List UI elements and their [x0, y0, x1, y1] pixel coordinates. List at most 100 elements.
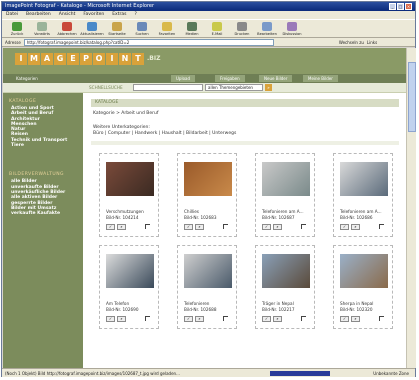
- main-content: KATALOGE Kategorie > Arbeit und Beruf We…: [83, 93, 406, 368]
- image-card[interactable]: Telefonieren am A... Bild-Nr. 102687 ✓ ⌕: [255, 153, 315, 237]
- zoom-icon[interactable]: ⌕: [117, 224, 126, 230]
- nav-upload[interactable]: Upload: [171, 75, 196, 82]
- stop-button[interactable]: Abbrechen: [56, 20, 78, 37]
- nav-freigaben[interactable]: Freigaben: [215, 75, 245, 82]
- zoom-icon[interactable]: ⌕: [273, 316, 282, 322]
- logo-suffix: .BIZ: [147, 55, 161, 62]
- corner-mark-icon: [301, 224, 306, 229]
- corner-mark-icon: [145, 224, 150, 229]
- cart-icon[interactable]: ✓: [340, 224, 349, 230]
- search-go-icon[interactable]: »: [265, 84, 272, 91]
- image-card[interactable]: Am Telefon Bild-Nr. 102690 ✓ ⌕: [99, 245, 159, 329]
- sidebar-category-item[interactable]: Tiere: [11, 143, 83, 148]
- status-bar: (Noch 1 Objekt) Bild http://fotograf.ima…: [2, 368, 415, 377]
- home-icon: [112, 21, 122, 31]
- cart-icon[interactable]: ✓: [262, 316, 271, 322]
- zoom-icon[interactable]: ⌕: [351, 316, 360, 322]
- subcategories-links[interactable]: Büro | Computer | Handwerk | Haushalt | …: [93, 131, 236, 137]
- thumbnail-image[interactable]: [106, 254, 154, 288]
- menu-datei[interactable]: Datei: [6, 11, 18, 19]
- thumbnail-image[interactable]: [340, 162, 388, 196]
- thumbnail-image[interactable]: [184, 254, 232, 288]
- security-zone: Unbekannte Zone: [373, 371, 409, 376]
- thumbnail-image[interactable]: [262, 162, 310, 196]
- back-arrow-icon: [12, 21, 22, 31]
- forward-button[interactable]: Vorwärts: [31, 20, 53, 37]
- address-input[interactable]: http://fotograf.imagepoint.biz/katalog.p…: [23, 38, 274, 46]
- zoom-icon[interactable]: ⌕: [117, 316, 126, 322]
- image-number: Bild-Nr. 102217: [262, 307, 295, 312]
- cart-icon[interactable]: ✓: [184, 316, 193, 322]
- discuss-button[interactable]: Diskussion: [281, 20, 303, 37]
- image-card[interactable]: Telefonieren am A... Bild-Nr. 102686 ✓ ⌕: [333, 153, 393, 237]
- back-button[interactable]: Zurück: [6, 20, 28, 37]
- favorites-button[interactable]: Favoriten: [156, 20, 178, 37]
- site-logo[interactable]: I M A G E P O I N T .BIZ: [15, 53, 160, 65]
- image-card[interactable]: Verschmutzungen Bild-Nr. 104214 ✓ ⌕: [99, 153, 159, 237]
- media-button[interactable]: Medien: [181, 20, 203, 37]
- vertical-scrollbar[interactable]: [406, 48, 416, 368]
- cart-icon[interactable]: ✓: [184, 224, 193, 230]
- search-input[interactable]: [133, 84, 203, 91]
- forward-arrow-icon: [37, 21, 47, 31]
- discussion-icon: [287, 21, 297, 31]
- nav-my-images[interactable]: Meine Bilder: [303, 75, 338, 82]
- corner-mark-icon: [301, 316, 306, 321]
- image-title: Träger in Nepal: [262, 301, 294, 306]
- search-scope-select[interactable]: allen Themengebieten: [205, 84, 263, 91]
- go-button[interactable]: Wechseln zu: [339, 38, 364, 47]
- cart-icon[interactable]: ✓: [106, 316, 115, 322]
- minimize-button[interactable]: _: [389, 3, 396, 10]
- close-button[interactable]: ×: [405, 3, 412, 10]
- cart-icon[interactable]: ✓: [106, 224, 115, 230]
- menu-favoriten[interactable]: Favoriten: [83, 11, 104, 19]
- refresh-button[interactable]: Aktualisieren: [80, 20, 104, 37]
- sidebar-manage-heading: BILDERVERWALTUNG: [9, 172, 65, 178]
- mail-button[interactable]: E-Mail: [206, 20, 228, 37]
- logo-letter: P: [80, 53, 92, 65]
- thumbnail-image[interactable]: [262, 254, 310, 288]
- thumbnail-image[interactable]: [106, 162, 154, 196]
- corner-mark-icon: [379, 224, 384, 229]
- image-title: Sherpa in Nepal: [340, 301, 374, 306]
- corner-mark-icon: [223, 224, 228, 229]
- image-title: Telefonieren am A...: [340, 209, 382, 214]
- printer-icon: [237, 21, 247, 31]
- thumbnail-image[interactable]: [184, 162, 232, 196]
- zoom-icon[interactable]: ⌕: [273, 224, 282, 230]
- zoom-icon[interactable]: ⌕: [195, 316, 204, 322]
- search-button[interactable]: Suchen: [131, 20, 153, 37]
- breadcrumb[interactable]: Kategorie > Arbeit und Beruf: [93, 111, 158, 116]
- browser-window: ImagePoint Fotograf - Kataloge - Microso…: [1, 1, 416, 377]
- logo-letter: A: [41, 53, 53, 65]
- zoom-icon[interactable]: ⌕: [195, 224, 204, 230]
- nav-new-images[interactable]: Neue Bilder: [259, 75, 293, 82]
- menu-bearbeiten[interactable]: Bearbeiten: [26, 11, 51, 19]
- zoom-icon[interactable]: ⌕: [351, 224, 360, 230]
- image-card[interactable]: Chillies Bild-Nr. 102683 ✓ ⌕: [177, 153, 237, 237]
- menu-help[interactable]: ?: [134, 11, 136, 19]
- scroll-thumb[interactable]: [408, 62, 416, 132]
- image-title: Verschmutzungen: [106, 209, 144, 214]
- print-button[interactable]: Drucken: [231, 20, 253, 37]
- cart-icon[interactable]: ✓: [340, 316, 349, 322]
- thumbnail-image[interactable]: [340, 254, 388, 288]
- links-button[interactable]: Links: [367, 38, 377, 47]
- cart-icon[interactable]: ✓: [262, 224, 271, 230]
- edit-icon: [262, 21, 272, 31]
- toolbar: Zurück Vorwärts Abbrechen Aktualisieren …: [2, 19, 415, 38]
- edit-button[interactable]: Bearbeiten: [256, 20, 278, 37]
- logo-letter: I: [106, 53, 118, 65]
- maximize-button[interactable]: □: [397, 3, 404, 10]
- image-number: Bild-Nr. 102688: [184, 307, 217, 312]
- sidebar-manage-item[interactable]: verkaufte Kaufakte: [11, 211, 83, 216]
- menu-ansicht[interactable]: Ansicht: [59, 11, 76, 19]
- image-card[interactable]: Sherpa in Nepal Bild-Nr. 102320 ✓ ⌕: [333, 245, 393, 329]
- image-card[interactable]: Träger in Nepal Bild-Nr. 102217 ✓ ⌕: [255, 245, 315, 329]
- image-number: Bild-Nr. 102690: [106, 307, 139, 312]
- menu-extras[interactable]: Extras: [112, 11, 126, 19]
- corner-mark-icon: [223, 316, 228, 321]
- image-card[interactable]: Telefonieren Bild-Nr. 102688 ✓ ⌕: [177, 245, 237, 329]
- nav-categories[interactable]: Kategorien: [11, 75, 43, 82]
- home-button[interactable]: Startseite: [106, 20, 128, 37]
